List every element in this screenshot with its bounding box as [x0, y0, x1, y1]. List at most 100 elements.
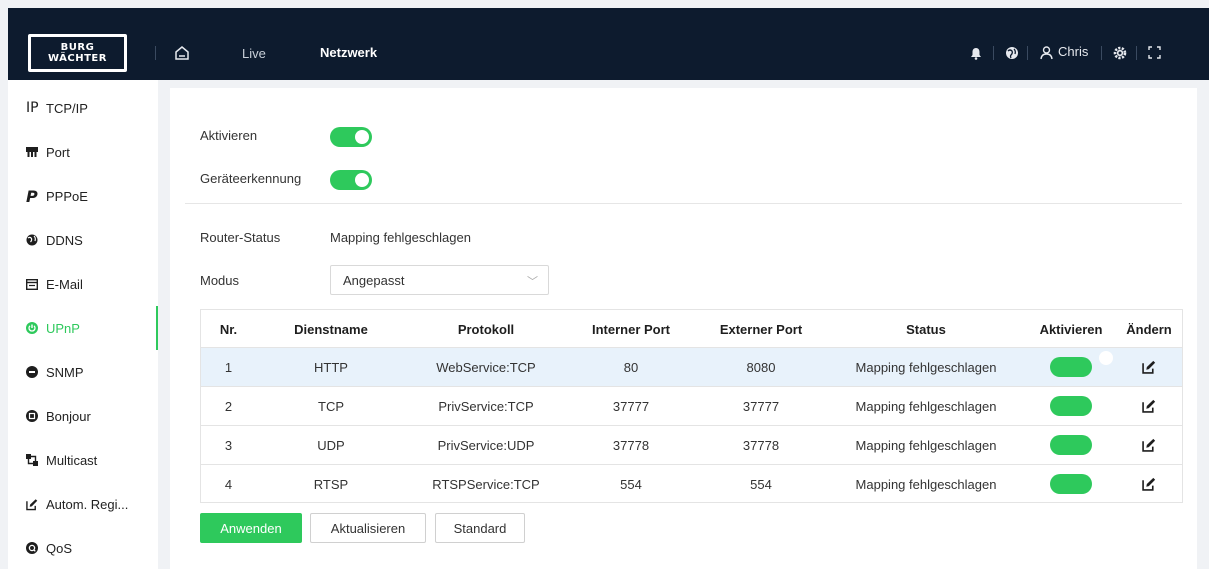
apply-button[interactable]: Anwenden — [200, 513, 302, 543]
cell-service-name: TCP — [318, 398, 344, 414]
cell-status: Mapping fehlgeschlagen — [855, 476, 997, 492]
cell-nr: 3 — [224, 437, 233, 453]
edit-icon[interactable] — [1142, 360, 1156, 374]
table-row[interactable]: 3 UDP PrivService:UDP 37778 37778 Mappin… — [201, 426, 1182, 465]
enable-label: Aktivieren — [200, 128, 258, 143]
upnp-mapping-table: Nr. Dienstname Protokoll Interner Port E… — [200, 309, 1183, 503]
edit-icon[interactable] — [1142, 477, 1156, 491]
table-row[interactable]: 4 RTSP RTSPService:TCP 554 554 Mapping f… — [201, 465, 1182, 504]
bonjour-icon — [8, 410, 38, 422]
refresh-button[interactable]: Aktualisieren — [310, 513, 426, 543]
sidebar-item-pppoe[interactable]: P PPPoE — [8, 174, 158, 218]
pppoe-icon: P — [26, 186, 38, 206]
port-icon — [8, 146, 38, 158]
brand-line-1: BURG — [60, 42, 95, 53]
sidebar-item-auto-register[interactable]: Autom. Regi... — [8, 482, 158, 526]
divider — [993, 46, 994, 60]
sidebar-item-label: Autom. Regi... — [46, 496, 129, 512]
router-status-label: Router-Status — [200, 230, 281, 245]
sidebar-item-tcpip[interactable]: IP TCP/IP — [8, 86, 158, 130]
sidebar-item-label: Bonjour — [46, 408, 91, 424]
sidebar: IP TCP/IP Port P PPPoE DDNS E-Mail UPnP … — [8, 80, 158, 569]
fullscreen-icon[interactable] — [1148, 46, 1161, 59]
sidebar-item-ddns[interactable]: DDNS — [8, 218, 158, 262]
col-header-service-name: Dienstname — [294, 321, 368, 337]
user-icon[interactable] — [1040, 46, 1053, 60]
cell-service-name: HTTP — [314, 359, 348, 375]
snmp-icon — [8, 366, 38, 378]
cell-internal-port: 80 — [623, 359, 639, 375]
sidebar-item-label: SNMP — [46, 364, 84, 380]
upnp-panel: Aktivieren Geräteerkennung Router-Status… — [170, 88, 1197, 569]
cell-status: Mapping fehlgeschlagen — [855, 398, 997, 414]
col-header-external-port: Externer Port — [719, 321, 803, 337]
device-discovery-toggle[interactable] — [330, 170, 372, 190]
mode-label: Modus — [200, 273, 240, 288]
bell-icon[interactable] — [970, 47, 982, 60]
row-enable-toggle[interactable] — [1050, 474, 1092, 494]
brand-logo: BURG WÄCHTER — [28, 34, 127, 72]
sidebar-item-multicast[interactable]: Multicast — [8, 438, 158, 482]
globe-icon[interactable] — [1005, 46, 1019, 60]
chevron-down-icon: ﹀ — [527, 276, 538, 288]
cell-protocol: WebService:TCP — [436, 359, 536, 375]
nav-live[interactable]: Live — [242, 46, 266, 61]
col-header-internal-port: Interner Port — [591, 321, 670, 337]
ddns-icon — [8, 234, 38, 246]
cell-protocol: PrivService:TCP — [438, 398, 534, 414]
cell-status: Mapping fehlgeschlagen — [855, 359, 997, 375]
enable-toggle[interactable] — [330, 127, 372, 147]
user-name[interactable]: Chris — [1058, 44, 1088, 59]
edit-icon[interactable] — [1142, 438, 1156, 452]
row-enable-toggle[interactable] — [1050, 396, 1092, 416]
row-enable-toggle[interactable] — [1050, 435, 1092, 455]
settings-icon[interactable] — [1113, 46, 1127, 60]
brand-line-2: WÄCHTER — [48, 53, 107, 64]
divider — [1136, 46, 1137, 60]
cell-internal-port: 554 — [620, 476, 642, 492]
sidebar-item-snmp[interactable]: SNMP — [8, 350, 158, 394]
row-enable-toggle[interactable] — [1050, 357, 1092, 377]
cell-internal-port: 37777 — [612, 398, 650, 414]
home-icon[interactable] — [174, 45, 190, 61]
default-button[interactable]: Standard — [435, 513, 525, 543]
divider — [155, 46, 156, 60]
cell-external-port: 8080 — [746, 359, 776, 375]
table-row[interactable]: 2 TCP PrivService:TCP 37777 37777 Mappin… — [201, 387, 1182, 426]
sidebar-item-label: E-Mail — [46, 276, 83, 292]
cell-status: Mapping fehlgeschlagen — [855, 437, 997, 453]
sidebar-item-label: PPPoE — [46, 188, 88, 204]
power-icon — [8, 322, 38, 334]
sidebar-item-label: QoS — [46, 540, 73, 556]
qos-icon — [8, 542, 38, 554]
router-status-value: Mapping fehlgeschlagen — [330, 230, 471, 245]
cell-protocol: PrivService:UDP — [437, 437, 535, 453]
sidebar-item-upnp[interactable]: UPnP — [8, 306, 158, 350]
cell-nr: 1 — [224, 359, 233, 375]
sidebar-item-label: UPnP — [46, 320, 80, 336]
cell-external-port: 37778 — [742, 437, 780, 453]
sidebar-item-qos[interactable]: QoS — [8, 526, 158, 569]
mode-select[interactable]: Angepasst ﹀ — [330, 265, 549, 295]
col-header-protocol: Protokoll — [457, 321, 515, 337]
col-header-edit: Ändern — [1126, 321, 1172, 337]
multicast-icon — [8, 454, 38, 466]
sidebar-item-port[interactable]: Port — [8, 130, 158, 174]
cell-external-port: 37777 — [742, 398, 780, 414]
divider — [1027, 46, 1028, 60]
cell-external-port: 554 — [750, 476, 772, 492]
sidebar-item-bonjour[interactable]: Bonjour — [8, 394, 158, 438]
cell-service-name: RTSP — [313, 476, 349, 492]
device-discovery-label: Geräteerkennung — [200, 171, 302, 186]
edit-icon — [8, 498, 38, 511]
edit-icon[interactable] — [1142, 399, 1156, 413]
divider — [1101, 46, 1102, 60]
sidebar-item-email[interactable]: E-Mail — [8, 262, 158, 306]
table-header-row: Nr. Dienstname Protokoll Interner Port E… — [201, 310, 1182, 348]
mail-icon — [8, 278, 38, 290]
cell-nr: 2 — [224, 398, 233, 414]
divider — [185, 203, 1182, 204]
table-row[interactable]: 1 HTTP WebService:TCP 80 8080 Mapping fe… — [201, 348, 1182, 387]
col-header-nr: Nr. — [219, 321, 238, 337]
nav-netzwerk[interactable]: Netzwerk — [320, 45, 377, 60]
